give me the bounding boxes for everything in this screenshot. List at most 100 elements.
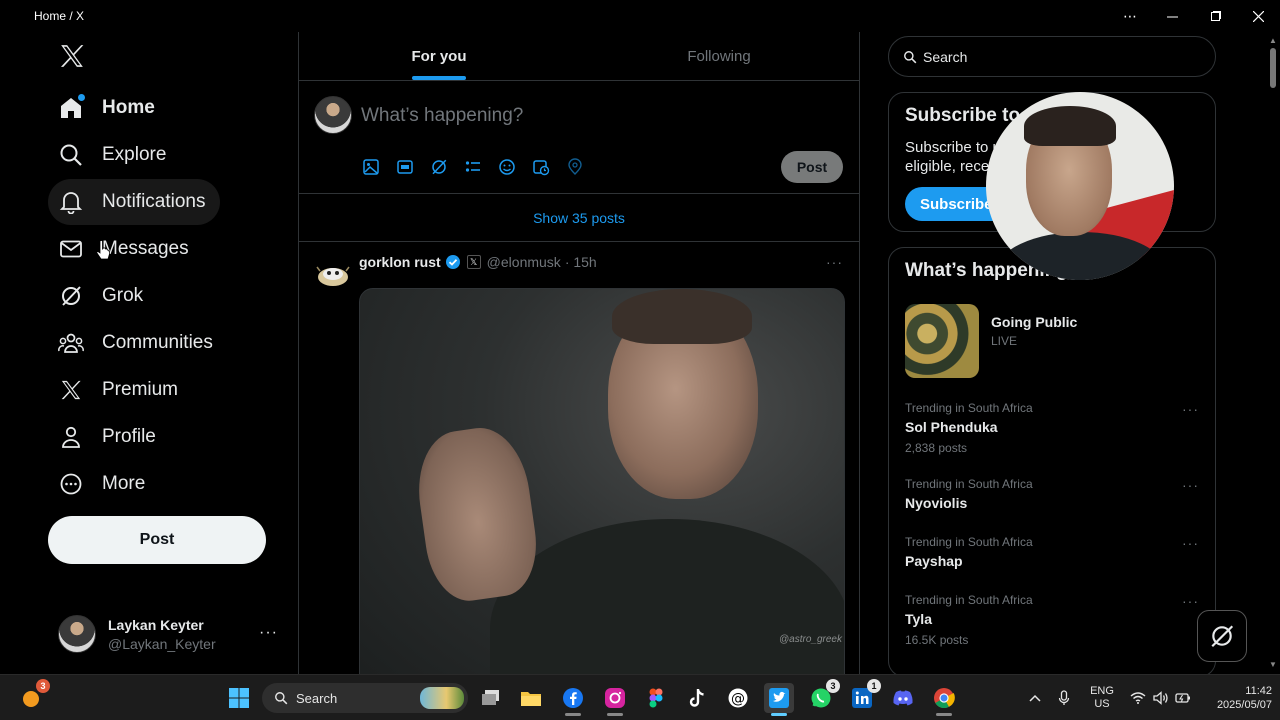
volume-icon[interactable]	[1150, 691, 1172, 705]
running-indicator	[607, 713, 623, 716]
search-icon	[275, 692, 288, 705]
avatar[interactable]	[314, 96, 352, 134]
task-view-icon	[482, 690, 499, 705]
webcam-hair	[1024, 106, 1116, 146]
nav-premium[interactable]: Premium	[48, 367, 192, 413]
figma-icon	[649, 688, 663, 708]
wifi-icon[interactable]	[1126, 692, 1150, 704]
facebook-app-button[interactable]	[558, 683, 588, 716]
grok-icon	[58, 283, 84, 309]
more-horizontal-icon[interactable]: ···	[259, 624, 278, 642]
nav-label: Premium	[102, 379, 179, 400]
window-more-icon[interactable]: ⋯	[1108, 0, 1152, 32]
whatsapp-app-button[interactable]: 3	[806, 679, 840, 713]
twitter-app-button[interactable]	[764, 683, 794, 716]
account-name: Laykan Keyter	[108, 616, 204, 633]
grok-icon[interactable]	[429, 157, 449, 177]
chrome-app-button[interactable]	[929, 683, 959, 716]
more-horizontal-icon[interactable]: ···	[1182, 535, 1199, 551]
nav-more[interactable]: More	[48, 461, 159, 507]
image-icon[interactable]	[361, 157, 381, 177]
discord-app-button[interactable]	[888, 683, 918, 713]
running-indicator	[936, 713, 952, 716]
nav-grok[interactable]: Grok	[48, 273, 157, 319]
author-handle[interactable]: @elonmusk	[487, 254, 561, 270]
compose-input[interactable]: What’s happening?	[361, 105, 523, 127]
show-new-posts-button[interactable]: Show 35 posts	[299, 194, 859, 242]
tab-following[interactable]: Following	[579, 32, 859, 80]
folder-icon	[521, 692, 541, 706]
nav-notifications[interactable]: Notifications	[48, 179, 220, 225]
nav-label: More	[102, 473, 146, 494]
close-button[interactable]	[1236, 0, 1280, 32]
language-indicator[interactable]: ENG US	[1084, 685, 1120, 711]
language-region: US	[1094, 698, 1110, 710]
more-horizontal-icon[interactable]: ···	[826, 254, 843, 270]
media-hand	[410, 422, 544, 606]
poll-icon[interactable]	[463, 157, 483, 177]
nav-label: Notifications	[102, 191, 206, 212]
schedule-icon[interactable]	[531, 157, 551, 177]
grok-icon	[1211, 625, 1234, 648]
weather-widget[interactable]: 3	[16, 679, 50, 713]
minimize-button[interactable]	[1150, 0, 1194, 32]
chevron-up-icon[interactable]	[1026, 694, 1044, 702]
scroll-up-icon[interactable]: ▲	[1269, 36, 1277, 45]
post-button[interactable]: Post	[48, 516, 266, 564]
person-icon	[58, 424, 84, 450]
clock[interactable]: 11:42 2025/05/07	[1202, 684, 1272, 712]
nav-home[interactable]: Home	[48, 85, 169, 131]
task-view-button[interactable]	[476, 683, 506, 713]
start-button[interactable]	[224, 683, 254, 713]
tab-label: Following	[687, 47, 751, 65]
instagram-icon	[605, 688, 625, 708]
location-icon[interactable]	[565, 157, 585, 177]
tiktok-app-button[interactable]	[682, 683, 712, 713]
scrollbar-thumb[interactable]	[1270, 48, 1276, 88]
whats-happening-card: What’s happening Going Public LIVE Trend…	[888, 247, 1216, 677]
subscribe-text-line2: eligible, recei	[905, 158, 993, 175]
scroll-down-icon[interactable]: ▼	[1269, 660, 1277, 669]
avatar[interactable]	[315, 256, 351, 292]
page-scrollbar[interactable]: ▲ ▼	[1266, 32, 1280, 674]
nav-profile[interactable]: Profile	[48, 414, 170, 460]
taskbar-search[interactable]: Search	[262, 683, 468, 713]
linkedin-app-button[interactable]: 1	[847, 679, 881, 713]
post-media-image[interactable]: @astro_greek	[359, 288, 845, 674]
search-input[interactable]	[923, 48, 1183, 65]
event-title: Going Public	[991, 314, 1078, 330]
search-box[interactable]	[888, 36, 1216, 77]
gif-icon[interactable]	[395, 157, 415, 177]
trend-item[interactable]: Trending in South Africa Nyoviolis ···	[905, 477, 1205, 511]
x-logo-icon[interactable]	[56, 40, 88, 72]
instagram-app-button[interactable]	[600, 683, 630, 716]
live-event-item[interactable]: Going Public LIVE	[905, 304, 1205, 380]
tab-for-you[interactable]: For you	[299, 32, 579, 80]
post-time[interactable]: · 15h	[565, 254, 597, 270]
post-item[interactable]: gorklon rust 𝕏 @elonmusk · 15h ··· @astr…	[299, 242, 859, 674]
account-switcher[interactable]: Laykan Keyter @Laykan_Keyter ···	[58, 612, 288, 656]
trend-item[interactable]: Trending in South Africa Tyla 16.5K post…	[905, 593, 1205, 647]
file-explorer-button[interactable]	[516, 683, 546, 713]
nav-communities[interactable]: Communities	[48, 320, 227, 366]
trend-item[interactable]: Trending in South Africa Payshap ···	[905, 535, 1205, 569]
maximize-button[interactable]	[1193, 0, 1237, 32]
nav-label: Explore	[102, 144, 167, 165]
grok-floating-button[interactable]	[1197, 610, 1247, 662]
threads-app-button[interactable]: @	[723, 683, 753, 713]
trend-item[interactable]: Trending in South Africa Sol Phenduka 2,…	[905, 401, 1205, 455]
tab-indicator	[412, 76, 466, 80]
figma-app-button[interactable]	[641, 683, 671, 713]
compose-post-button[interactable]: Post	[781, 151, 843, 183]
microphone-icon[interactable]	[1044, 690, 1084, 706]
nav-messages[interactable]: Messages	[48, 226, 203, 272]
event-status: LIVE	[991, 334, 1018, 348]
author-name[interactable]: gorklon rust	[359, 254, 441, 270]
nav-explore[interactable]: Explore	[48, 132, 180, 178]
battery-icon[interactable]	[1172, 691, 1194, 705]
more-horizontal-icon[interactable]: ···	[1182, 477, 1199, 493]
subscribe-title: Subscribe to	[905, 105, 1021, 126]
more-horizontal-icon[interactable]: ···	[1182, 401, 1199, 417]
more-horizontal-icon[interactable]: ···	[1182, 593, 1199, 609]
emoji-icon[interactable]	[497, 157, 517, 177]
